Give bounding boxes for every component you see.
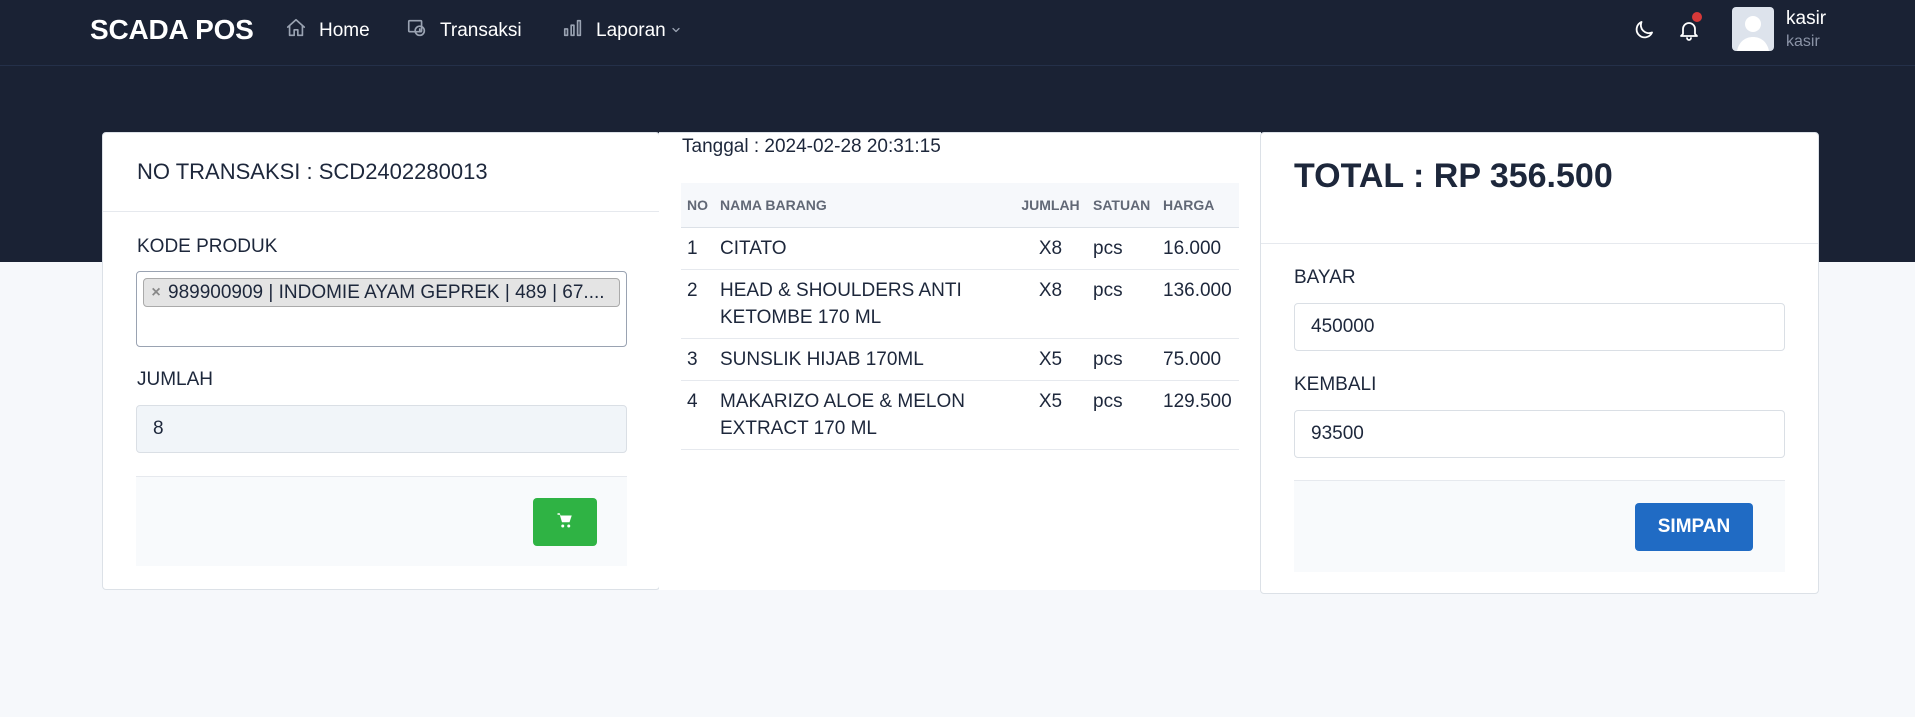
column-header-satuan: SATUAN [1087, 183, 1157, 228]
cell-satuan: pcs [1087, 338, 1157, 381]
kembali-label: KEMBALI [1294, 374, 1377, 395]
cell-jumlah: X5 [1014, 338, 1087, 381]
nav-transaksi[interactable]: Transaksi [406, 16, 522, 46]
brand-logo[interactable]: SCADA POS [90, 14, 254, 46]
cell-no: 3 [681, 338, 714, 381]
divider [103, 211, 659, 212]
transaction-icon [406, 17, 428, 45]
cell-nama: SUNSLIK HIJAB 170ML [714, 338, 1014, 381]
quantity-input[interactable]: 8 [136, 405, 627, 453]
selected-product-chip: × 989900909 | INDOMIE AYAM GEPREK | 489 … [143, 278, 620, 307]
cell-no: 2 [681, 269, 714, 339]
left-panel-footer [136, 476, 627, 566]
column-header-harga: HARGA [1157, 183, 1239, 228]
home-icon [285, 17, 307, 45]
product-select[interactable]: × 989900909 | INDOMIE AYAM GEPREK | 489 … [136, 271, 627, 347]
payment-panel: TOTAL : RP 356.500 BAYAR 450000 KEMBALI … [1260, 132, 1819, 594]
cell-jumlah: X8 [1014, 227, 1087, 270]
table-header-row: NO NAMA BARANG JUMLAH SATUAN HARGA [681, 183, 1239, 228]
column-header-no: NO [681, 183, 714, 228]
nav-home-label: Home [319, 20, 370, 41]
nav-home[interactable]: Home [285, 16, 370, 46]
remove-chip-icon[interactable]: × [144, 284, 168, 302]
jumlah-label: JUMLAH [137, 369, 214, 390]
nav-laporan[interactable]: Laporan [562, 16, 682, 46]
cart-panel: Tanggal : 2024-02-28 20:31:15 NO NAMA BA… [659, 132, 1261, 590]
table-row: 2 HEAD & SHOULDERS ANTI KETOMBE 170 ML X… [681, 269, 1239, 339]
selected-product-label: 989900909 | INDOMIE AYAM GEPREK | 489 | … [168, 281, 605, 303]
cell-no: 4 [681, 380, 714, 450]
transaction-input-panel: NO TRANSAKSI : SCD2402280013 KODE PRODUK… [102, 132, 660, 590]
moon-icon[interactable] [1630, 16, 1658, 44]
cell-harga: 16.000 [1157, 227, 1239, 270]
cell-harga: 129.500 [1157, 380, 1239, 450]
cart-icon [556, 511, 574, 534]
save-button[interactable]: SIMPAN [1635, 503, 1753, 551]
bayar-label: BAYAR [1294, 267, 1356, 288]
cell-jumlah: X5 [1014, 380, 1087, 450]
change-input[interactable]: 93500 [1294, 410, 1785, 458]
add-to-cart-button[interactable] [533, 498, 597, 546]
kode-produk-label: KODE PRODUK [137, 236, 278, 257]
avatar[interactable] [1732, 7, 1774, 51]
transaction-date: Tanggal : 2024-02-28 20:31:15 [682, 136, 941, 157]
cell-nama: HEAD & SHOULDERS ANTI KETOMBE 170 ML [714, 269, 1014, 339]
cell-satuan: pcs [1087, 380, 1157, 450]
table-row: 1 CITATO X8 pcs 16.000 [681, 227, 1239, 270]
cell-nama: MAKARIZO ALOE & MELON EXTRACT 170 ML [714, 380, 1014, 450]
transaction-number: NO TRANSAKSI : SCD2402280013 [137, 159, 488, 184]
cell-no: 1 [681, 227, 714, 270]
cell-harga: 136.000 [1157, 269, 1239, 339]
nav-laporan-label: Laporan [596, 20, 666, 41]
user-name[interactable]: kasir [1786, 8, 1826, 30]
user-role: kasir [1786, 33, 1820, 50]
notification-badge [1692, 12, 1702, 22]
cell-satuan: pcs [1087, 227, 1157, 270]
nav-transaksi-label: Transaksi [440, 20, 522, 41]
total-amount: TOTAL : RP 356.500 [1294, 157, 1613, 195]
cell-nama: CITATO [714, 227, 1014, 270]
column-header-nama: NAMA BARANG [714, 183, 1014, 228]
bell-icon[interactable] [1675, 12, 1703, 44]
cell-harga: 75.000 [1157, 338, 1239, 381]
table-row: 3 SUNSLIK HIJAB 170ML X5 pcs 75.000 [681, 338, 1239, 381]
cell-jumlah: X8 [1014, 269, 1087, 339]
cart-table: NO NAMA BARANG JUMLAH SATUAN HARGA 1 CIT… [681, 183, 1239, 450]
chart-icon [562, 17, 584, 45]
payment-input[interactable]: 450000 [1294, 303, 1785, 351]
navbar: SCADA POS Home Transaksi Laporan kasir k… [0, 0, 1915, 66]
chevron-down-icon [670, 20, 682, 42]
divider [1261, 243, 1818, 244]
right-panel-footer: SIMPAN [1294, 480, 1785, 572]
cell-satuan: pcs [1087, 269, 1157, 339]
table-row: 4 MAKARIZO ALOE & MELON EXTRACT 170 ML X… [681, 380, 1239, 450]
column-header-jumlah: JUMLAH [1014, 183, 1087, 228]
